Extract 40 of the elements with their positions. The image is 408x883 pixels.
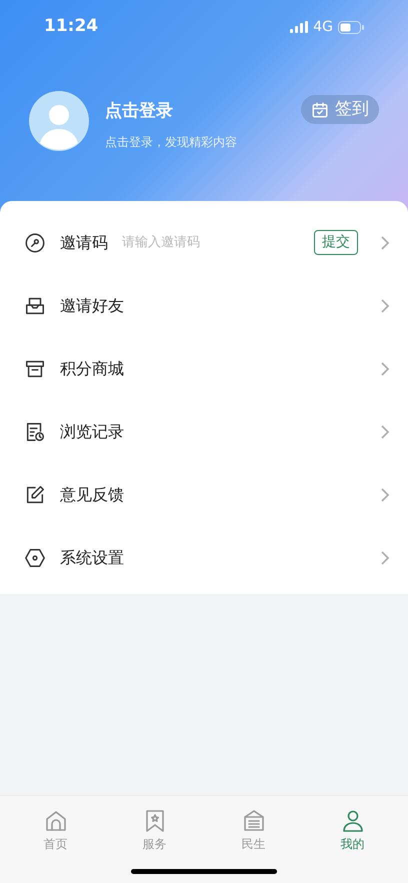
login-subtitle: 点击登录，发现精彩内容 bbox=[105, 134, 237, 150]
menu-label: 浏览记录 bbox=[60, 420, 124, 442]
menu-label: 邀请好友 bbox=[60, 294, 124, 316]
chevron-right-icon bbox=[380, 298, 390, 312]
history-icon bbox=[24, 420, 46, 442]
building-icon bbox=[242, 809, 266, 833]
chevron-right-icon bbox=[380, 362, 390, 376]
avatar bbox=[29, 91, 89, 151]
key-icon bbox=[24, 232, 46, 254]
tab[interactable]: 我的 bbox=[322, 809, 382, 853]
tab[interactable]: 民生 bbox=[224, 809, 284, 853]
chevron-right-icon bbox=[380, 424, 390, 438]
menu-item[interactable]: 邀请好友 bbox=[0, 274, 408, 337]
menu-label: 积分商城 bbox=[60, 358, 124, 380]
chevron-right-icon bbox=[380, 236, 390, 250]
menu-item[interactable]: 浏览记录 bbox=[0, 400, 408, 463]
tab[interactable]: 首页 bbox=[26, 809, 86, 853]
menu-item[interactable]: 系统设置 bbox=[0, 526, 408, 589]
chevron-right-icon bbox=[380, 550, 390, 564]
invite-code-field[interactable]: 请输入邀请码 bbox=[122, 232, 300, 252]
signal-icon bbox=[290, 21, 308, 33]
menu-item[interactable]: 积分商城 bbox=[0, 337, 408, 400]
calendar-check-icon bbox=[311, 100, 329, 118]
status-time: 11:24 bbox=[44, 15, 98, 38]
battery-icon bbox=[338, 20, 364, 34]
menu-label: 意见反馈 bbox=[60, 484, 124, 506]
settings-icon bbox=[24, 546, 46, 568]
menu-item[interactable]: 意见反馈 bbox=[0, 463, 408, 526]
tab[interactable]: 服务 bbox=[124, 809, 184, 853]
menu-item[interactable]: 邀请码 请输入邀请码 提交 bbox=[0, 211, 408, 274]
submit-button[interactable]: 提交 bbox=[314, 230, 358, 255]
chevron-right-icon bbox=[380, 488, 390, 502]
menu-label: 邀请码 bbox=[60, 232, 108, 254]
edit-icon bbox=[24, 484, 46, 506]
login-title[interactable]: 点击登录 bbox=[105, 99, 237, 124]
home-icon bbox=[44, 809, 68, 833]
network-type: 4G bbox=[313, 18, 333, 36]
checkin-button[interactable]: 签到 bbox=[301, 95, 379, 124]
user-icon bbox=[340, 809, 364, 833]
menu-label: 系统设置 bbox=[60, 546, 124, 568]
